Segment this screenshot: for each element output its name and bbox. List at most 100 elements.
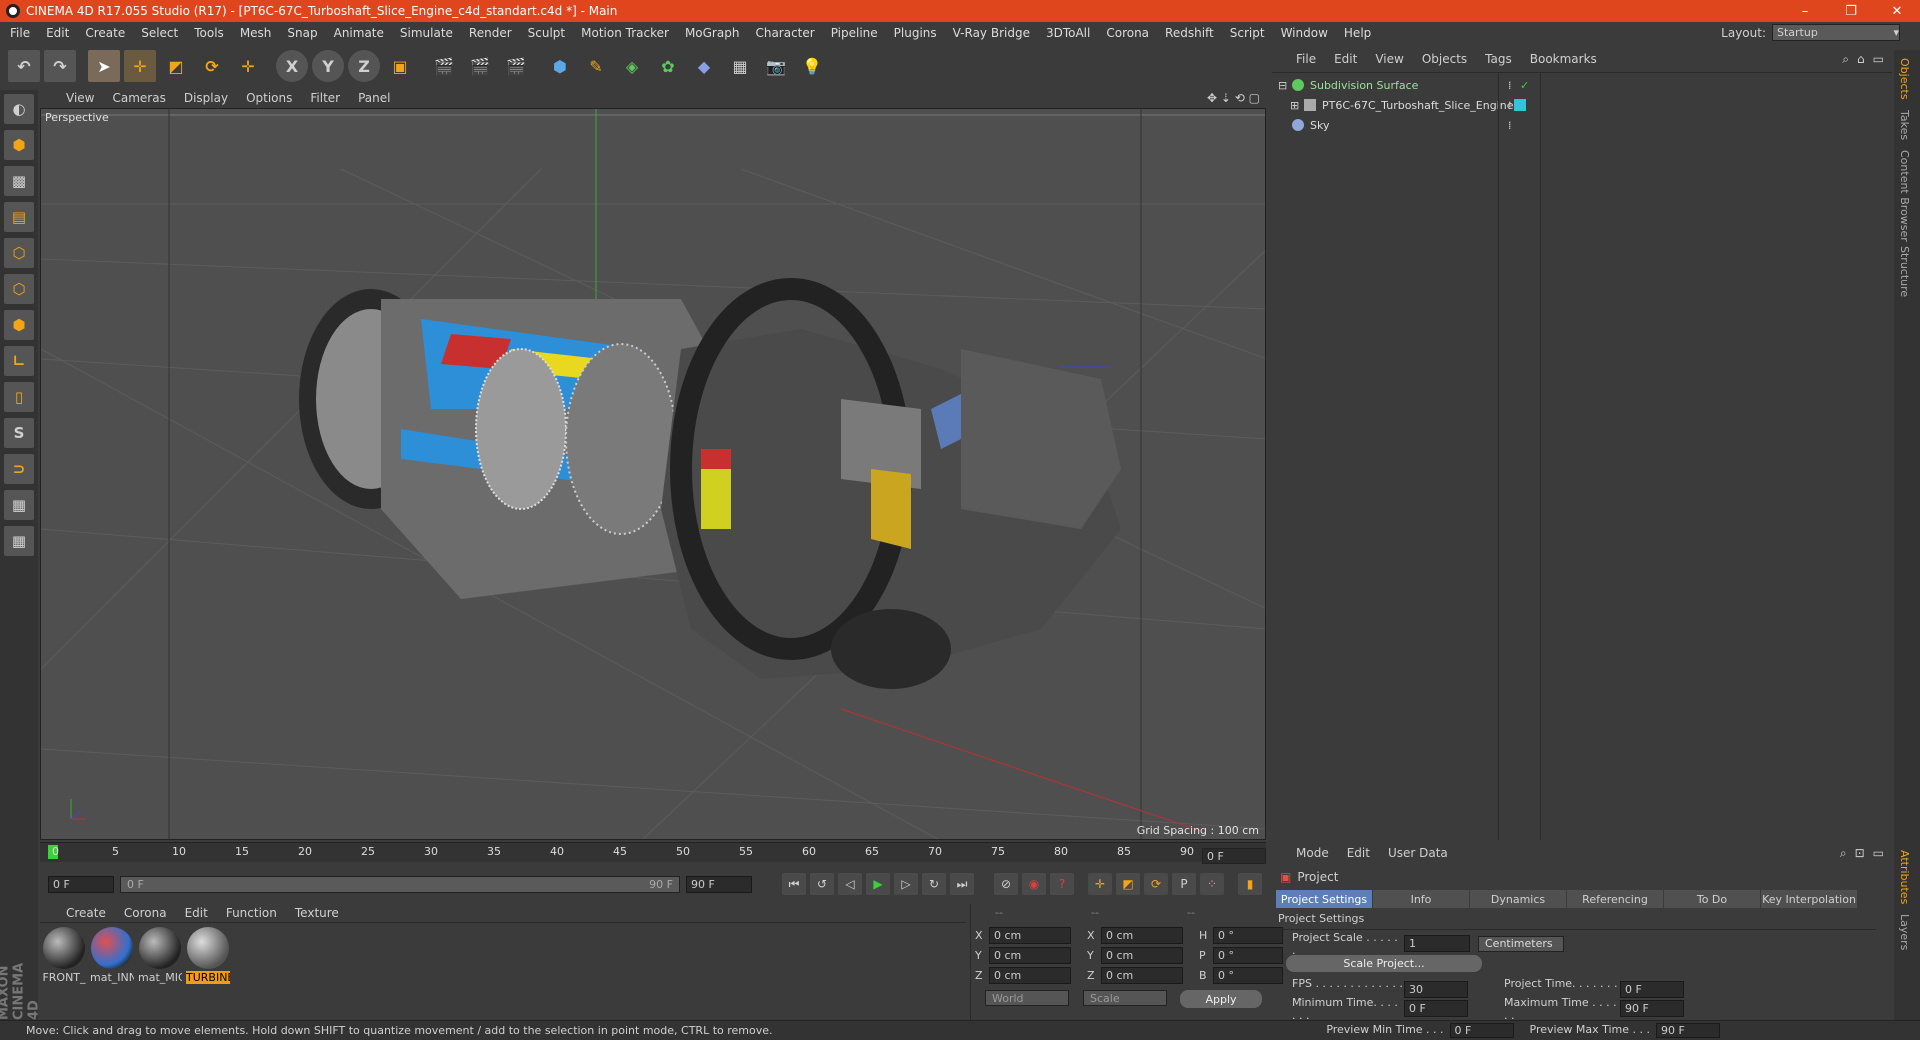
attributes-menu-mode[interactable]: Mode xyxy=(1296,846,1329,860)
add-array-button[interactable]: ✿ xyxy=(652,50,684,82)
scale-tool-button[interactable]: ◩ xyxy=(160,50,192,82)
model-mode-button[interactable]: ⬢ xyxy=(4,130,34,160)
objects-menu-file[interactable]: File xyxy=(1296,52,1316,66)
menu-plugins[interactable]: Plugins xyxy=(894,26,937,40)
autokey-button[interactable]: ◉ xyxy=(1022,873,1046,895)
lock-workplane-button[interactable]: ▦ xyxy=(4,490,34,520)
size-y-field[interactable]: 0 cm xyxy=(1101,946,1183,964)
viewport-menu-panel[interactable]: Panel xyxy=(358,91,390,105)
planar-workplane-button[interactable]: ▦ xyxy=(4,526,34,556)
objects-menu-tags[interactable]: Tags xyxy=(1485,52,1512,66)
apply-button[interactable]: Apply xyxy=(1180,990,1262,1008)
menu-redshift[interactable]: Redshift xyxy=(1165,26,1214,40)
size-x-field[interactable]: 0 cm xyxy=(1101,926,1183,944)
snap-button[interactable]: S xyxy=(4,418,34,448)
polygons-mode-button[interactable]: ⬢ xyxy=(4,310,34,340)
menu-script[interactable]: Script xyxy=(1230,26,1265,40)
search-icon[interactable]: ⌕ xyxy=(1842,52,1849,67)
menu-pipeline[interactable]: Pipeline xyxy=(831,26,878,40)
menu-corona[interactable]: Corona xyxy=(1106,26,1149,40)
expand-icon[interactable]: ⊞ xyxy=(1290,99,1300,112)
material-item[interactable]: FRONT_ xyxy=(42,927,86,987)
viewport-nav-icons[interactable]: ✥ ⇣ ⟲ ▢ xyxy=(1207,91,1260,105)
texture-mode-button[interactable]: ▩ xyxy=(4,166,34,196)
menu-animate[interactable]: Animate xyxy=(334,26,384,40)
new-window-icon[interactable]: ▭ xyxy=(1873,846,1884,860)
render-picture-viewer-button[interactable]: 🎬 xyxy=(464,50,496,82)
go-to-end-button[interactable]: ⏭ xyxy=(950,873,974,895)
objects-menu-objects[interactable]: Objects xyxy=(1422,52,1467,66)
menu-mesh[interactable]: Mesh xyxy=(240,26,272,40)
attributes-menu-user-data[interactable]: User Data xyxy=(1388,846,1448,860)
maximum-time-field[interactable]: 90 F xyxy=(1620,1000,1684,1017)
tab-attributes[interactable]: Attributes xyxy=(1898,850,1911,904)
move-tool-button[interactable]: ✛ xyxy=(124,50,156,82)
redo-button[interactable]: ↷ xyxy=(44,50,76,82)
key-position-button[interactable]: ✛ xyxy=(1088,873,1112,895)
tab-to-do[interactable]: To Do xyxy=(1664,890,1760,908)
add-camera-button[interactable]: 📷 xyxy=(760,50,792,82)
material-menu-edit[interactable]: Edit xyxy=(185,906,208,920)
rotation-b-field[interactable]: 0 ° xyxy=(1213,966,1283,984)
menu-tools[interactable]: Tools xyxy=(194,26,224,40)
play-button[interactable]: ▶ xyxy=(866,873,890,895)
y-axis-button[interactable]: Y xyxy=(312,50,344,82)
make-editable-button[interactable]: ◐ xyxy=(4,94,34,124)
material-item[interactable]: mat_MIC xyxy=(138,927,182,987)
object-row[interactable]: Sky ⁞ xyxy=(1272,115,1892,135)
points-mode-button[interactable]: ⬡ xyxy=(4,238,34,268)
menu-create[interactable]: Create xyxy=(85,26,125,40)
material-item[interactable]: TURBINE xyxy=(186,927,230,987)
add-floor-button[interactable]: ▦ xyxy=(724,50,756,82)
menu-simulate[interactable]: Simulate xyxy=(400,26,453,40)
project-time-field[interactable]: 0 F xyxy=(1620,981,1684,998)
magnet-button[interactable]: ⊃ xyxy=(4,454,34,484)
go-to-start-button[interactable]: ⏮ xyxy=(782,873,806,895)
search-icon[interactable]: ⌕ xyxy=(1840,846,1847,861)
tab-referencing[interactable]: Referencing xyxy=(1567,890,1663,908)
object-row[interactable]: ⊟ Subdivision Surface ⁞ ✓ xyxy=(1272,75,1892,95)
z-axis-button[interactable]: Z xyxy=(348,50,380,82)
rotation-p-field[interactable]: 0 ° xyxy=(1213,946,1283,964)
visibility-dots-icon[interactable]: ⁞ xyxy=(1508,79,1512,92)
x-axis-button[interactable]: X xyxy=(276,50,308,82)
position-y-field[interactable]: 0 cm xyxy=(989,946,1071,964)
project-scale-unit-dropdown[interactable]: Centimeters xyxy=(1478,935,1564,952)
objects-menu-bookmarks[interactable]: Bookmarks xyxy=(1530,52,1597,66)
add-spline-button[interactable]: ✎ xyxy=(580,50,612,82)
lock-icon[interactable]: ⊡ xyxy=(1855,846,1865,860)
tab-structure[interactable]: Structure xyxy=(1898,246,1911,297)
menu-select[interactable]: Select xyxy=(141,26,178,40)
tab-project-settings[interactable]: Project Settings xyxy=(1276,890,1372,908)
menu-edit[interactable]: Edit xyxy=(46,26,69,40)
preview-min-time-field[interactable]: 0 F xyxy=(1449,1023,1514,1038)
object-row[interactable]: ⊞ PT6C-67C_Turboshaft_Slice_Engine ⁞ xyxy=(1272,95,1892,115)
next-frame-button[interactable]: ▷ xyxy=(894,873,918,895)
visibility-dots-icon[interactable]: ⁞ xyxy=(1508,119,1512,132)
workplane-mode-button[interactable]: ▤ xyxy=(4,202,34,232)
project-scale-field[interactable]: 1 xyxy=(1404,935,1470,952)
add-generator-button[interactable]: ◈ xyxy=(616,50,648,82)
menu-file[interactable]: File xyxy=(10,26,30,40)
recent-tool-button[interactable]: ✛ xyxy=(232,50,264,82)
current-frame-field[interactable]: 0 F xyxy=(1202,848,1266,864)
menu-sculpt[interactable]: Sculpt xyxy=(528,26,565,40)
record-active-button[interactable]: ⊘ xyxy=(994,873,1018,895)
fps-field[interactable]: 30 xyxy=(1404,981,1468,998)
menu-snap[interactable]: Snap xyxy=(287,26,317,40)
panel-options-icon[interactable]: ▭ xyxy=(1873,52,1884,66)
add-deformer-button[interactable]: ◆ xyxy=(688,50,720,82)
menu-render[interactable]: Render xyxy=(469,26,512,40)
viewport-menu-cameras[interactable]: Cameras xyxy=(112,91,165,105)
timeline-ruler[interactable]: 0 5 10 15 20 25 30 35 40 45 50 55 60 65 … xyxy=(40,842,1266,862)
menu-3dtoall[interactable]: 3DToAll xyxy=(1046,26,1090,40)
menu-mograph[interactable]: MoGraph xyxy=(685,26,740,40)
tab-key-interpolation[interactable]: Key Interpolation xyxy=(1761,890,1857,908)
render-settings-button[interactable]: 🎬 xyxy=(500,50,532,82)
render-view-button[interactable]: 🎬 xyxy=(428,50,460,82)
objects-menu-edit[interactable]: Edit xyxy=(1334,52,1357,66)
menu-motion-tracker[interactable]: Motion Tracker xyxy=(581,26,669,40)
tab-takes[interactable]: Takes xyxy=(1898,110,1911,140)
objects-menu-view[interactable]: View xyxy=(1375,52,1403,66)
material-item[interactable]: mat_INN xyxy=(90,927,134,987)
